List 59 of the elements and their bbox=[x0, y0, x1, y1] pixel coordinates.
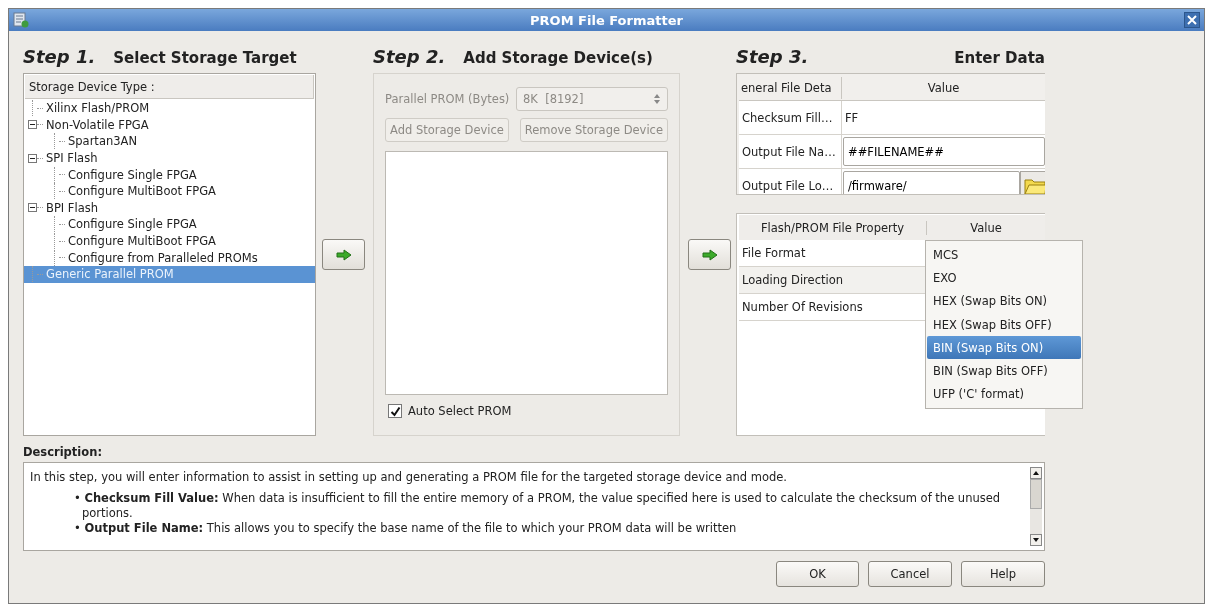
checkbox-label: Auto Select PROM bbox=[408, 404, 512, 418]
table-cell-text: Number Of Revisions bbox=[741, 300, 863, 314]
tree-item[interactable]: Configure Single FPGA bbox=[24, 216, 315, 233]
tree-item[interactable]: Spartan3AN bbox=[24, 133, 315, 150]
tree-item[interactable]: Configure Single FPGA bbox=[24, 166, 315, 183]
bullet-text: • Checksum Fill Value: When data is insufficient to fill the entire memory of a PROM, the value specified here is used to calculate the checksum of the unused portions. bbox=[73, 491, 1002, 521]
menu-item[interactable]: MCS bbox=[927, 243, 1081, 267]
close-button[interactable] bbox=[1184, 12, 1200, 28]
table-cell-text: FF bbox=[844, 110, 859, 125]
step-title: Select Storage Target bbox=[113, 49, 297, 67]
description-label: Description: bbox=[23, 445, 103, 461]
next-button[interactable] bbox=[688, 239, 731, 270]
arrow-icon bbox=[701, 248, 718, 261]
expander-icon[interactable] bbox=[28, 153, 37, 163]
arrow-icon bbox=[335, 248, 352, 261]
tree-item[interactable]: BPI Flash bbox=[24, 199, 315, 217]
folder-icon bbox=[1024, 176, 1045, 194]
bullet-text: • Output File Name: This allows you to specify the base name of the file to which your PROM data will be written bbox=[73, 521, 738, 536]
step-number: Step 3. bbox=[736, 46, 809, 67]
menu-item[interactable]: HEX (Swap Bits OFF) bbox=[927, 312, 1081, 337]
table-cell-text: Loading Direction bbox=[741, 273, 843, 287]
expander-icon[interactable] bbox=[28, 120, 37, 130]
expander-icon[interactable] bbox=[28, 203, 37, 213]
menu-item[interactable]: EXO bbox=[927, 266, 1081, 290]
next-button[interactable] bbox=[322, 239, 365, 270]
table-cell: Output File Na… bbox=[739, 135, 842, 168]
input-field[interactable]: /firmware/ bbox=[843, 171, 1020, 194]
column-header: Value bbox=[969, 220, 1003, 235]
tree-item[interactable]: Xilinx Flash/PROM bbox=[24, 100, 315, 117]
step-title: Enter Data bbox=[954, 49, 1045, 67]
dialog-button[interactable]: OK bbox=[776, 561, 859, 587]
menu-item[interactable]: BIN (Swap Bits ON) bbox=[927, 336, 1081, 360]
column-header: eneral File Deta bbox=[739, 76, 842, 99]
step-number: Step 2. bbox=[373, 46, 446, 67]
tree-item[interactable]: Configure MultiBoot FPGA bbox=[24, 232, 315, 250]
table-cell: Output File Lo… bbox=[739, 169, 842, 194]
tree-item[interactable]: Configure MultiBoot FPGA bbox=[24, 182, 315, 200]
window-title: PROM File Formatter bbox=[529, 12, 684, 28]
table-cell: Checksum Fill… bbox=[739, 101, 842, 134]
menu-item[interactable]: HEX (Swap Bits ON) bbox=[927, 289, 1081, 313]
step-number: Step 1. bbox=[23, 46, 96, 67]
size-label: Parallel PROM (Bytes) bbox=[385, 91, 510, 106]
input-field[interactable]: ##FILENAME## bbox=[843, 137, 1045, 166]
dialog-button[interactable]: Help bbox=[961, 561, 1045, 587]
step-title: Add Storage Device(s) bbox=[463, 49, 653, 67]
scroll-down-icon[interactable] bbox=[1030, 534, 1042, 546]
description-text: In this step, you will enter information to assist in setting up and generating a PROM file for the targeted storage device and mode. bbox=[30, 470, 788, 485]
column-header: Storage Device Type : bbox=[29, 79, 155, 94]
table-cell-text: File Format bbox=[741, 246, 806, 260]
dialog-button[interactable]: Cancel bbox=[868, 561, 952, 587]
tree-item[interactable]: Non-Volatile FPGA bbox=[24, 116, 315, 134]
tree-item[interactable]: SPI Flash bbox=[24, 149, 315, 167]
column-header: Value bbox=[926, 80, 961, 95]
menu-item[interactable]: UFP ('C' format) bbox=[927, 382, 1081, 407]
column-header: Flash/PROM File Property bbox=[739, 220, 927, 235]
tree-item[interactable]: Configure from Paralleled PROMs bbox=[24, 249, 315, 266]
menu-item[interactable]: BIN (Swap Bits OFF) bbox=[927, 359, 1081, 383]
app-icon bbox=[13, 12, 29, 28]
scroll-up-icon[interactable] bbox=[1030, 467, 1042, 479]
